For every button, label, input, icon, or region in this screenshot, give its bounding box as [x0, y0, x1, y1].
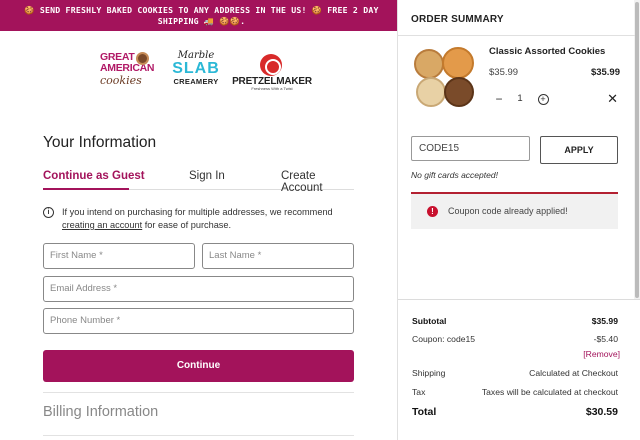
checkout-tabs: Continue as Guest Sign In Create Account	[43, 168, 354, 194]
tab-continue-as-guest[interactable]: Continue as Guest	[43, 170, 145, 182]
subtotal-value: $35.99	[591, 316, 618, 326]
notice-text-before: If you intend on purchasing for multiple…	[62, 207, 333, 217]
notice-text-after: for ease of purchase.	[142, 220, 232, 230]
notice-text: If you intend on purchasing for multiple…	[62, 206, 354, 232]
divider	[43, 392, 354, 393]
marble-slab-logo[interactable]: Marble SLAB CREAMERY	[172, 50, 220, 92]
email-field[interactable]: Email Address *	[43, 276, 354, 302]
quantity-stepper: − 1 +	[489, 89, 549, 109]
remove-coupon-link[interactable]: [Remove]	[583, 349, 620, 359]
billing-section-title[interactable]: Billing Information	[43, 404, 158, 420]
shipping-value: Calculated at Checkout	[529, 368, 618, 378]
cookie-icon	[136, 52, 149, 65]
gift-card-note: No gift cards accepted!	[411, 170, 498, 180]
coupon-value: -$5.40	[593, 334, 618, 344]
order-summary-title: ORDER SUMMARY	[411, 14, 504, 25]
alert-message: Coupon code already applied!	[448, 206, 568, 216]
great-american-cookies-logo[interactable]: GREAT AMERICAN cookies	[100, 52, 158, 92]
decrease-quantity-button[interactable]: −	[491, 89, 507, 109]
summary-scrollbar[interactable]	[634, 0, 640, 300]
divider	[398, 299, 640, 300]
promo-text: 🍪 SEND FRESHLY BAKED COOKIES TO ANY ADDR…	[24, 5, 379, 26]
error-icon: !	[427, 206, 438, 217]
logo-line: AMERICAN	[100, 62, 155, 74]
cookie-icon	[416, 77, 446, 107]
tab-create-account[interactable]: Create Account	[281, 170, 354, 194]
plus-icon: +	[537, 94, 549, 105]
order-summary-panel: ORDER SUMMARY Classic Assorted Cookies $…	[397, 0, 640, 440]
scrollbar-thumb[interactable]	[635, 2, 639, 298]
last-name-field[interactable]: Last Name *	[202, 243, 354, 269]
info-icon: i	[43, 207, 54, 218]
active-tab-indicator	[43, 188, 129, 190]
tax-value: Taxes will be calculated at checkout	[481, 387, 618, 397]
product-line-total: $35.99	[590, 67, 620, 78]
divider	[398, 35, 635, 36]
logo-line: CREAMERY	[173, 77, 219, 86]
brand-logos: GREAT AMERICAN cookies Marble SLAB CREAM…	[100, 50, 320, 94]
tab-sign-in[interactable]: Sign In	[189, 170, 225, 182]
promo-banner: 🍪 SEND FRESHLY BAKED COOKIES TO ANY ADDR…	[0, 0, 397, 31]
creating-account-link[interactable]: creating an account	[62, 220, 142, 230]
divider	[43, 435, 354, 436]
phone-field[interactable]: Phone Number *	[43, 308, 354, 334]
logo-line: SLAB	[172, 60, 220, 77]
product-image	[412, 45, 474, 109]
first-name-field[interactable]: First Name *	[43, 243, 195, 269]
promo-code-input[interactable]: CODE15	[411, 136, 530, 161]
shipping-label: Shipping	[412, 368, 446, 378]
close-icon[interactable]: ✕	[607, 90, 618, 108]
pretzelmaker-logo[interactable]: PRETZELMAKER Freshness With a Twist	[232, 52, 312, 92]
logo-line: cookies	[100, 74, 142, 87]
subtotal-label: Subtotal	[412, 316, 447, 326]
logo-tagline: Freshness With a Twist	[251, 86, 293, 91]
apply-code-button[interactable]: APPLY	[540, 136, 618, 164]
tax-label: Tax	[412, 387, 426, 397]
total-label: Total	[412, 406, 437, 418]
section-title: Your Information	[43, 134, 157, 151]
product-unit-price: $35.99	[489, 67, 519, 78]
cookie-icon	[444, 77, 474, 107]
total-value: $30.59	[585, 406, 618, 418]
cookie-icon	[442, 47, 474, 79]
product-name[interactable]: Classic Assorted Cookies	[489, 46, 605, 57]
coupon-alert: ! Coupon code already applied!	[411, 192, 618, 229]
continue-button[interactable]: Continue	[43, 350, 354, 382]
pretzel-icon	[260, 54, 282, 76]
cookie-icon	[414, 49, 444, 79]
coupon-label: Coupon: code15	[412, 334, 476, 344]
checkout-page: 🍪 SEND FRESHLY BAKED COOKIES TO ANY ADDR…	[0, 0, 397, 440]
quantity-value[interactable]: 1	[511, 89, 529, 109]
increase-quantity-button[interactable]: +	[535, 89, 551, 109]
